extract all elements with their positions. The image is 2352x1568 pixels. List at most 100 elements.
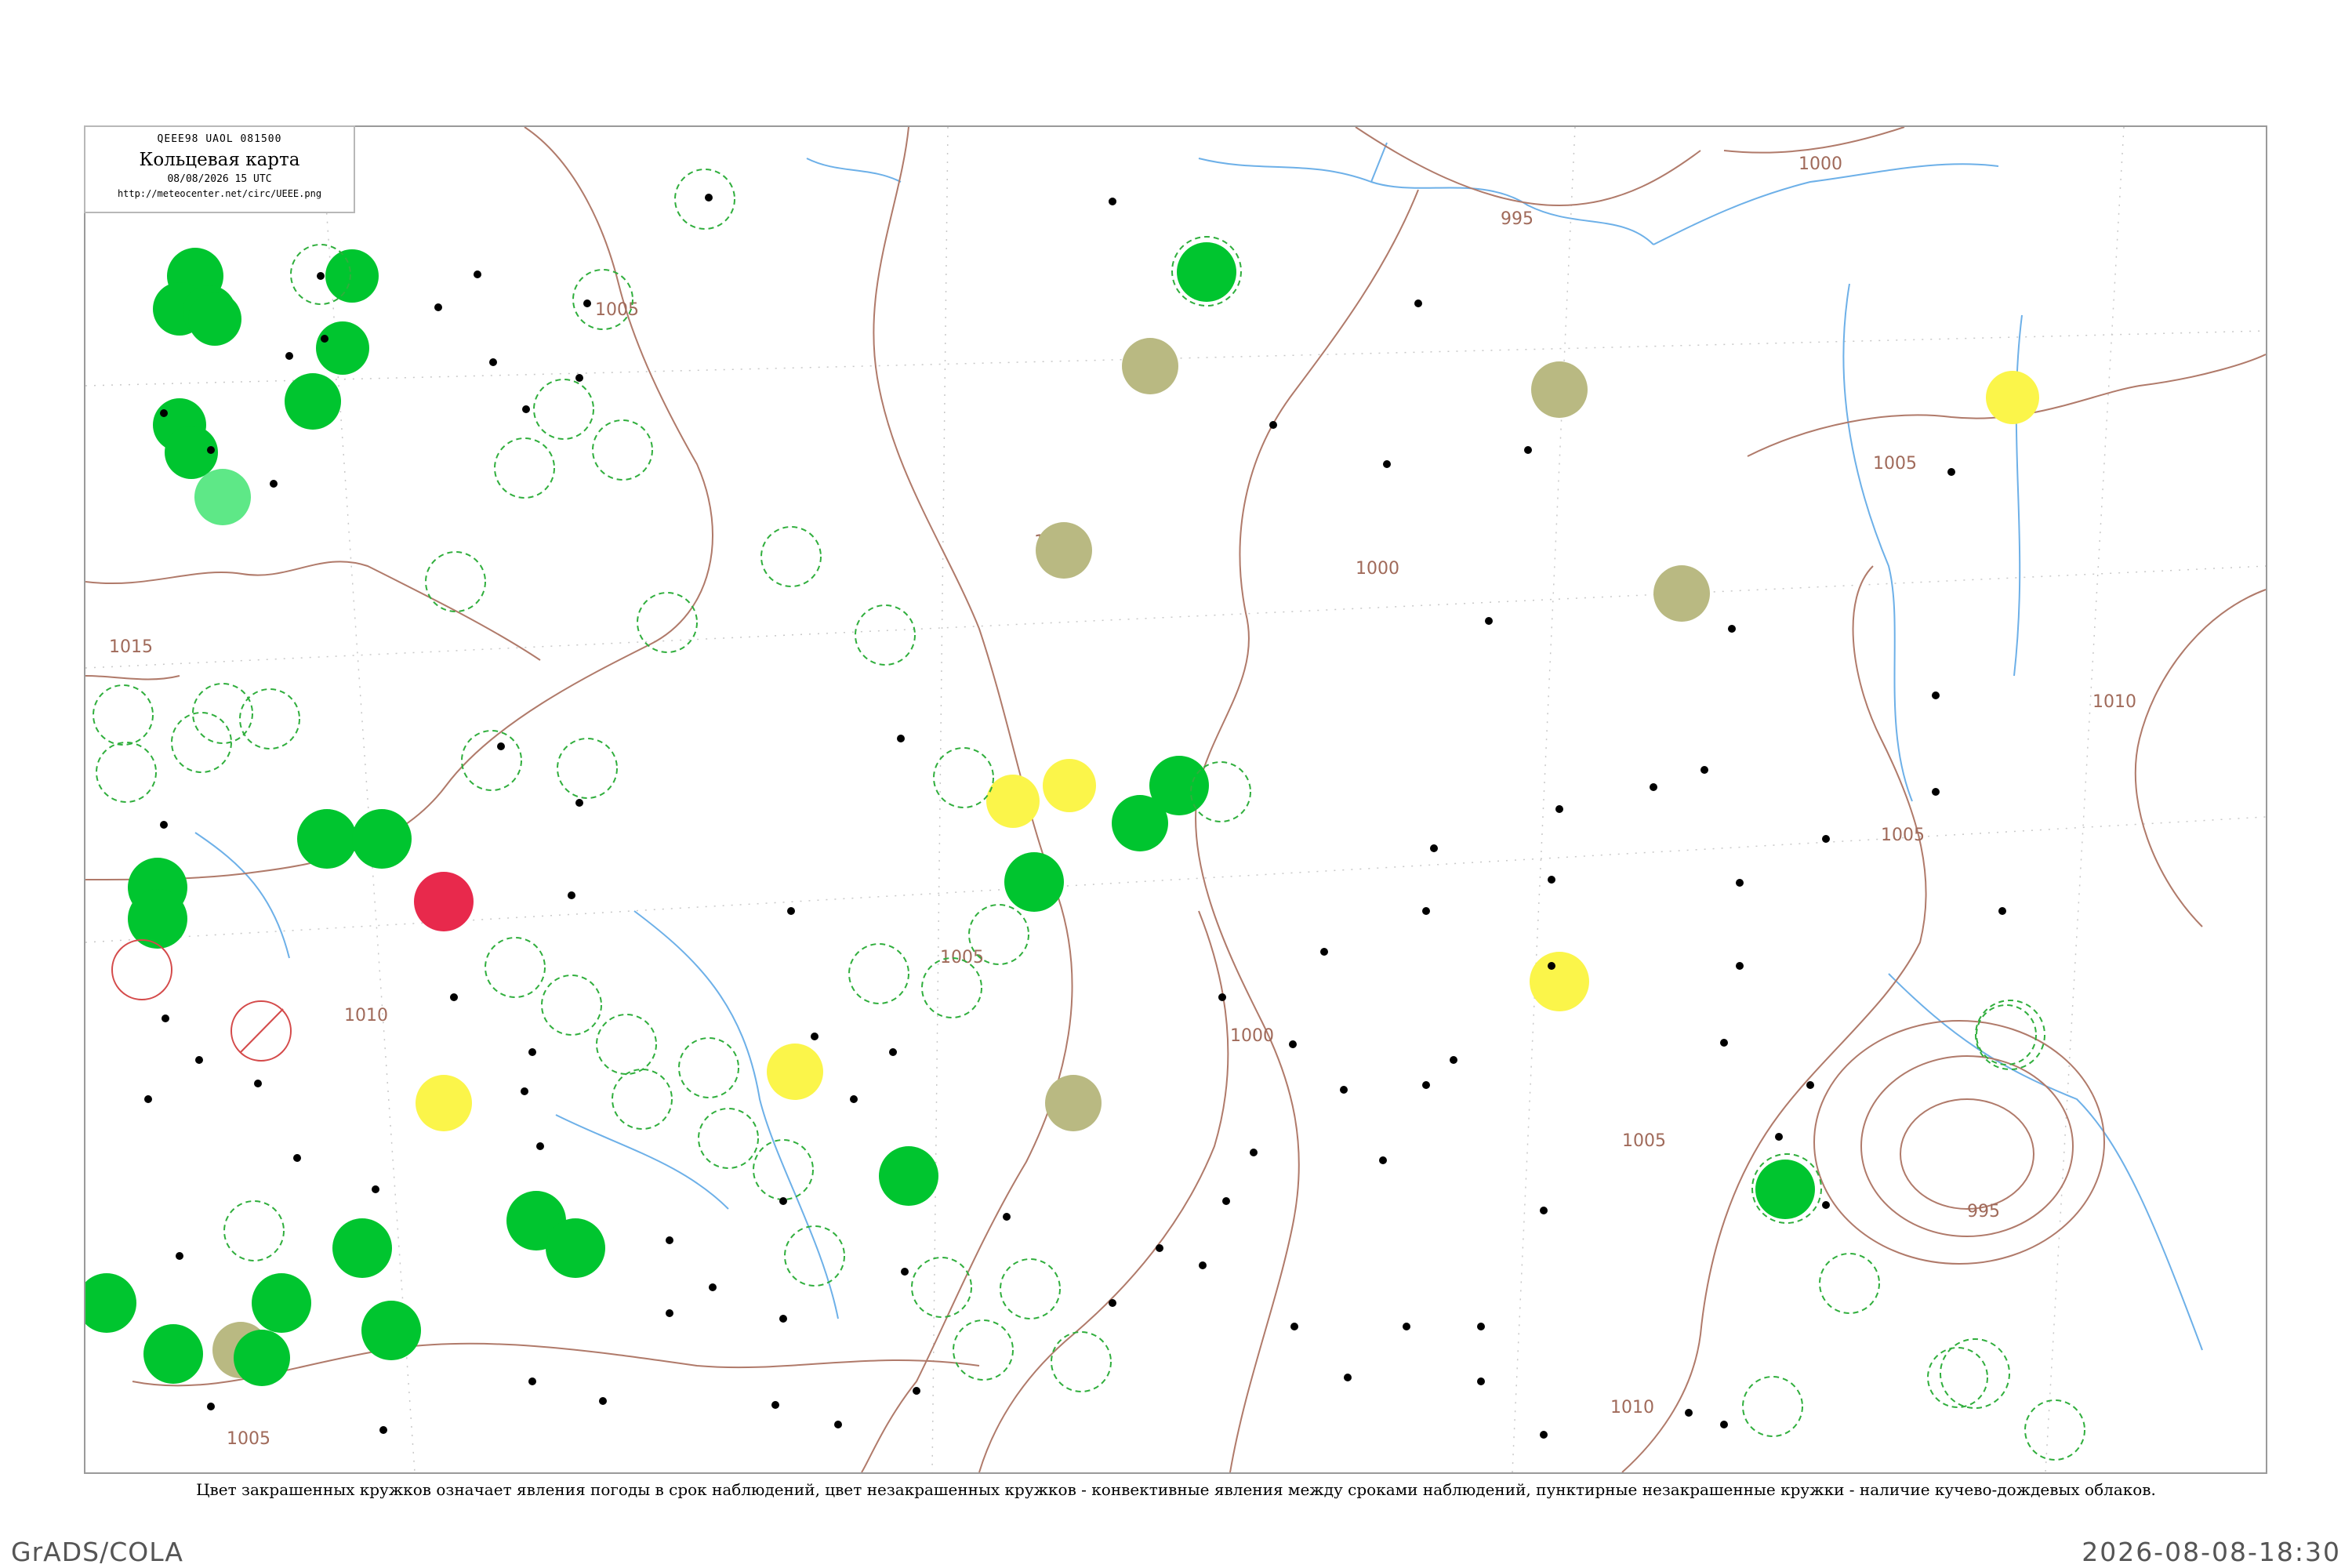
isobar-label: 1010: [1610, 1398, 1654, 1417]
isobar-label: 1000: [1230, 1026, 1274, 1046]
cb-ring: [1819, 1253, 1880, 1314]
weather-map: 995 1000 1000 1000 1000 1005 1005 1005 1…: [85, 127, 2266, 1472]
station-circle-yellow: [1043, 759, 1096, 812]
cb-ring: [753, 1139, 814, 1200]
cb-ring: [494, 437, 555, 499]
cb-ring: [968, 904, 1029, 965]
cb-ring: [1051, 1331, 1112, 1392]
isobar-1015-west: [85, 675, 180, 681]
cb-ring: [848, 943, 909, 1004]
cb-ring: [485, 937, 546, 998]
cb-ring: [760, 526, 822, 587]
footer-software-label: GrADS/COLA: [11, 1537, 183, 1567]
cb-ring: [223, 1200, 285, 1261]
station-circle-olive: [1653, 565, 1710, 622]
station-circle-green: [352, 809, 412, 869]
station-circle-green: [297, 809, 357, 869]
station-circle-green: [234, 1330, 290, 1386]
isobar-label: 1005: [940, 948, 984, 967]
header-codes: QEEE98 UAOL 081500: [157, 133, 282, 145]
cb-ring: [425, 551, 486, 612]
station-circle-green: [252, 1273, 311, 1333]
isobar-label: 1005: [227, 1429, 270, 1449]
cb-ring: [1940, 1338, 2010, 1409]
isobar-label: 1005: [1873, 454, 1917, 474]
cb-ring: [557, 738, 618, 799]
station-circle-green: [85, 1273, 136, 1333]
station-circle-green: [285, 373, 341, 430]
isobar-1010-west: [85, 561, 541, 661]
isobar-1000-north: [1723, 127, 1905, 154]
station-circle-green: [188, 292, 241, 346]
cb-ring: [541, 975, 602, 1036]
cb-ring: [572, 269, 633, 330]
cb-ring: [933, 747, 994, 808]
isobar-label: 995: [1501, 209, 1534, 229]
isobar-1000-east: [1195, 189, 1419, 1472]
isobar-1010-east: [2134, 589, 2266, 927]
cb-ring: [911, 1257, 972, 1318]
cb-ring: [1742, 1376, 1803, 1437]
station-circles: [85, 242, 2039, 1386]
isobar-1005-central: [978, 910, 1229, 1472]
map-url: http://meteocenter.net/circ/UEEE.png: [117, 188, 322, 199]
station-circle-yellow: [1986, 371, 2039, 424]
station-circle-yellow: [986, 775, 1040, 828]
cb-ring: [592, 419, 653, 481]
station-circle-green: [1112, 795, 1168, 851]
cb-ring: [1975, 1000, 2045, 1070]
station-circle-olive: [1531, 361, 1588, 418]
station-circle-green: [361, 1301, 421, 1360]
cb-ring: [637, 592, 698, 653]
isobar-label: 995: [1967, 1202, 2000, 1221]
station-circle-yellow: [767, 1044, 823, 1100]
cb-ring: [533, 379, 594, 440]
station-circle-olive: [1045, 1075, 1102, 1131]
station-circle-green: [1177, 242, 1236, 302]
cb-ring: [855, 604, 916, 666]
map-frame: 995 1000 1000 1000 1000 1005 1005 1005 1…: [84, 125, 2267, 1474]
cb-ring: [1000, 1258, 1061, 1319]
cb-ring: [674, 169, 735, 230]
station-circle-green: [1755, 1160, 1815, 1219]
station-circle-olive: [1036, 522, 1092, 579]
isobar-label: 1010: [2092, 692, 2136, 712]
cb-ring: [1927, 1347, 1988, 1408]
isobar-low-center-1: [1900, 1098, 2034, 1210]
rivers-and-coast: [194, 142, 2203, 1351]
station-circle-green: [1004, 852, 1064, 912]
station-circle-green: [546, 1218, 605, 1278]
station-circle-mint: [194, 469, 251, 525]
cb-ring: [596, 1014, 657, 1075]
station-circle-green: [332, 1218, 392, 1278]
station-circle-yellow: [1530, 952, 1589, 1011]
isobar-label: 1010: [344, 1006, 388, 1025]
station-circle-olive: [1122, 338, 1178, 394]
cb-ring: [96, 742, 157, 803]
isobar-label: 1005: [1881, 826, 1925, 845]
station-circle-green: [143, 1324, 203, 1384]
isobar-low-center-3: [1813, 1020, 2105, 1265]
convective-ring: [111, 939, 172, 1000]
map-caption: Цвет закрашенных кружков означает явлени…: [196, 1480, 2156, 1499]
isobar-1005-east: [1621, 565, 1927, 1472]
map-header-box: QEEE98 UAOL 081500 Кольцевая карта 08/08…: [84, 125, 355, 213]
map-title: Кольцевая карта: [139, 150, 300, 170]
isobar-label: 1005: [1622, 1131, 1666, 1151]
cb-ring: [784, 1225, 845, 1287]
isobar-label: 1000: [1798, 154, 1842, 174]
cb-ring: [678, 1037, 739, 1098]
cb-ring: [93, 684, 154, 746]
cb-ring: [953, 1319, 1014, 1381]
station-circle-green: [879, 1146, 938, 1206]
cb-ring: [698, 1108, 759, 1169]
station-circle-green: [325, 249, 379, 303]
cb-ring: [2024, 1399, 2085, 1461]
isobar-1005-west: [85, 127, 713, 880]
station-circle-yellow: [416, 1075, 472, 1131]
isobar-995-north: [1355, 127, 1701, 207]
map-date: 08/08/2026 15 UTC: [167, 173, 272, 185]
footer-timestamp: 2026-08-08-18:30: [2082, 1537, 2341, 1567]
station-circle-red: [414, 872, 474, 931]
isobar-label: 1000: [1356, 559, 1399, 579]
